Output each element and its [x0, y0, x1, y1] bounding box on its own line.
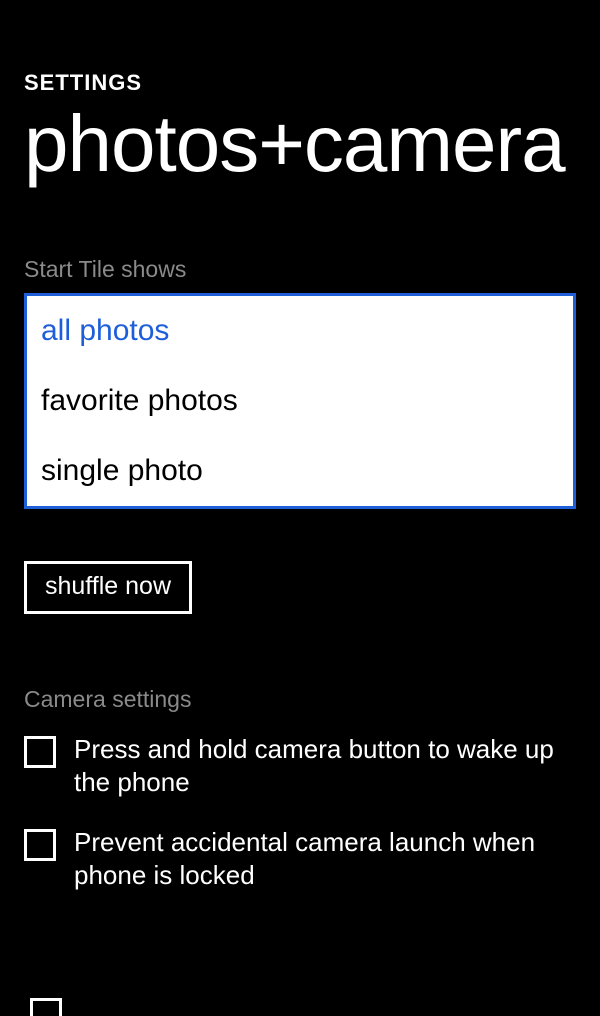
dropdown-option-all-photos[interactable]: all photos: [27, 296, 573, 366]
checkbox-wake-phone[interactable]: Press and hold camera button to wake up …: [24, 733, 576, 798]
start-tile-label: Start Tile shows: [24, 256, 600, 283]
checkbox-wake-phone-label: Press and hold camera button to wake up …: [74, 733, 576, 798]
checkbox-box-icon: [24, 736, 56, 768]
camera-settings-label: Camera settings: [24, 686, 600, 713]
page-title: photos+camera: [24, 104, 600, 184]
checkbox-prevent-launch-label: Prevent accidental camera launch when ph…: [74, 826, 576, 891]
checkbox-box-icon: [24, 829, 56, 861]
dropdown-option-favorite-photos[interactable]: favorite photos: [27, 366, 573, 436]
checkbox-box-icon: [30, 998, 62, 1016]
app-label: SETTINGS: [24, 0, 600, 96]
dropdown-option-single-photo[interactable]: single photo: [27, 436, 573, 506]
shuffle-now-button[interactable]: shuffle now: [24, 561, 192, 614]
start-tile-dropdown[interactable]: all photos favorite photos single photo: [24, 293, 576, 509]
checkbox-prevent-launch[interactable]: Prevent accidental camera launch when ph…: [24, 826, 576, 891]
